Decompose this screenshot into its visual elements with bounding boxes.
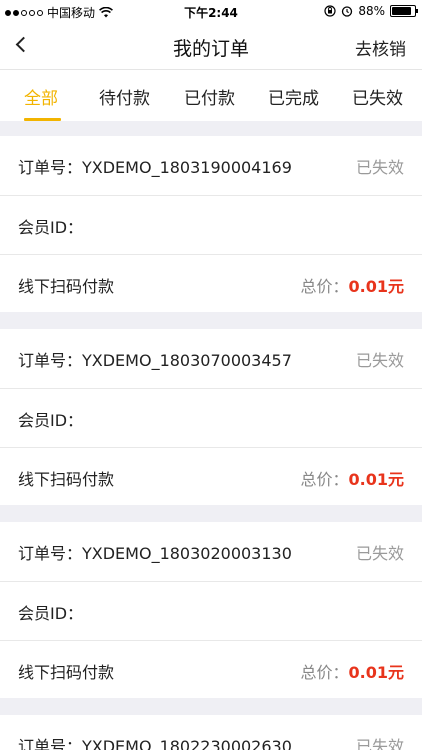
verify-button[interactable]: 去核销	[355, 35, 406, 60]
total-value: 0.01元	[348, 470, 404, 489]
nav-bar: 我的订单 去核销	[0, 22, 422, 69]
order-status: 已失效	[355, 544, 404, 563]
alarm-icon	[342, 6, 353, 17]
order-total: 总价：0.01元	[301, 659, 405, 683]
member-id: 会员ID：	[18, 411, 84, 430]
tab-completed[interactable]: 已完成	[268, 84, 319, 109]
member-row: 会员ID：	[0, 581, 422, 640]
tab-expired[interactable]: 已失效	[352, 84, 403, 109]
order-number: 订单号：YXDEMO_1803190004169	[18, 158, 292, 177]
status-bar: 中国移动 下午2:44 88%	[0, 0, 422, 22]
status-right: 88%	[324, 4, 418, 18]
total-value: 0.01元	[348, 277, 404, 296]
payment-row: 线下扫码付款 总价：0.01元	[0, 254, 422, 313]
total-label: 总价：	[300, 277, 349, 296]
order-status: 已失效	[355, 737, 404, 750]
payment-row: 线下扫码付款 总价：0.01元	[0, 447, 422, 506]
total-label: 总价：	[300, 663, 349, 682]
member-id: 会员ID：	[18, 604, 84, 623]
order-header-row: 订单号：YXDEMO_1803020003130 已失效	[0, 522, 422, 581]
order-status: 已失效	[355, 351, 404, 370]
order-header-row: 订单号：YXDEMO_1802230002630 已失效	[0, 715, 422, 750]
order-total: 总价：0.01元	[301, 273, 405, 297]
order-header-row: 订单号：YXDEMO_1803190004169 已失效	[0, 136, 422, 195]
order-tabs: 全部 待付款 已付款 已完成 已失效	[0, 69, 422, 121]
total-value: 0.01元	[348, 663, 404, 682]
payment-row: 线下扫码付款 总价：0.01元	[0, 640, 422, 699]
active-tab-indicator	[24, 118, 61, 121]
tab-pending-payment[interactable]: 待付款	[99, 84, 150, 109]
tab-paid[interactable]: 已付款	[184, 84, 235, 109]
order-status: 已失效	[355, 158, 404, 177]
order-number: 订单号：YXDEMO_1802230002630	[18, 737, 292, 750]
payment-method: 线下扫码付款	[18, 470, 115, 489]
total-label: 总价：	[300, 470, 349, 489]
order-card[interactable]: 订单号：YXDEMO_1803070003457 已失效 会员ID： 线下扫码付…	[0, 329, 422, 505]
order-card[interactable]: 订单号：YXDEMO_1802230002630 已失效	[0, 715, 422, 750]
payment-method: 线下扫码付款	[18, 663, 115, 682]
order-card[interactable]: 订单号：YXDEMO_1803190004169 已失效 会员ID： 线下扫码付…	[0, 136, 422, 312]
order-total: 总价：0.01元	[301, 466, 405, 490]
member-row: 会员ID：	[0, 195, 422, 254]
order-number: 订单号：YXDEMO_1803020003130	[18, 544, 292, 563]
battery-icon	[390, 5, 418, 17]
battery-percent: 88%	[358, 4, 385, 18]
payment-method: 线下扫码付款	[18, 277, 115, 296]
tab-all[interactable]: 全部	[24, 84, 58, 109]
order-card[interactable]: 订单号：YXDEMO_1803020003130 已失效 会员ID： 线下扫码付…	[0, 522, 422, 698]
member-row: 会员ID：	[0, 388, 422, 447]
order-number: 订单号：YXDEMO_1803070003457	[18, 351, 292, 370]
order-header-row: 订单号：YXDEMO_1803070003457 已失效	[0, 329, 422, 388]
member-id: 会员ID：	[18, 218, 84, 237]
orientation-lock-icon	[324, 5, 336, 17]
